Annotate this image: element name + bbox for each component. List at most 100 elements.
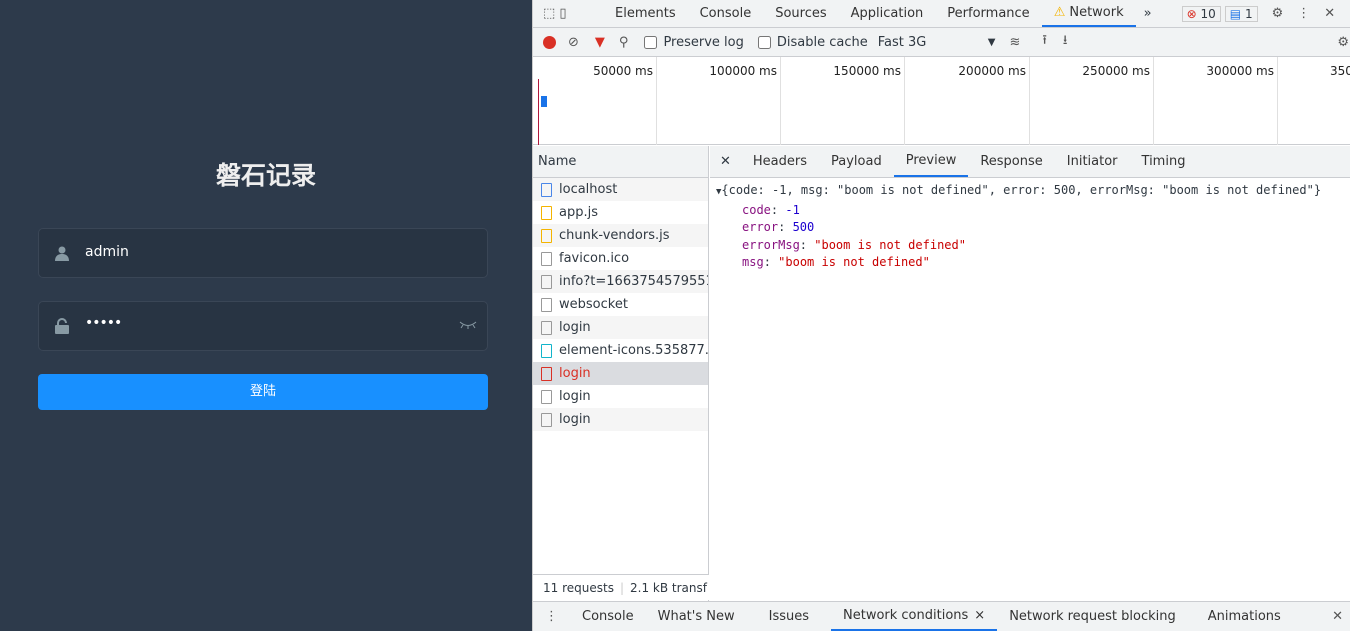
tab-preview[interactable]: Preview bbox=[893, 146, 969, 177]
password-input[interactable]: ••••• bbox=[85, 315, 122, 331]
other-file-icon bbox=[541, 389, 552, 404]
error-icon: ⊗ bbox=[1186, 6, 1197, 21]
request-row[interactable]: websocket bbox=[533, 293, 708, 316]
other-file-icon bbox=[541, 366, 552, 381]
property-value: "boom is not defined" bbox=[814, 237, 966, 252]
request-name: info?t=1663754579551 bbox=[559, 274, 708, 289]
drawer-tab-issues[interactable]: Issues bbox=[747, 602, 831, 631]
throttle-select[interactable]: Fast 3G bbox=[878, 35, 988, 50]
export-har-icon[interactable]: ⭳ bbox=[1063, 31, 1068, 53]
request-row[interactable]: favicon.ico bbox=[533, 247, 708, 270]
preserve-log-checkbox[interactable]: Preserve log bbox=[644, 35, 744, 50]
request-name: login bbox=[559, 366, 591, 381]
filter-icon[interactable]: ▼ bbox=[595, 35, 605, 50]
drawer-tabs: ⋮ Console What's New Issues Network cond… bbox=[533, 601, 1350, 631]
request-row[interactable]: app.js bbox=[533, 201, 708, 224]
timeline-tick: 100000 ms bbox=[657, 57, 781, 145]
tab-headers[interactable]: Headers bbox=[741, 146, 819, 177]
tab-network[interactable]: ⚠ Network bbox=[1041, 0, 1136, 27]
error-badge[interactable]: ⊗ 10 bbox=[1181, 5, 1221, 22]
detail-tabs: ✕ Headers Payload Preview Response Initi… bbox=[710, 146, 1350, 178]
drawer-tab-network-conditions[interactable]: Network conditions × bbox=[831, 602, 998, 631]
devtools-panel: ⬚ ▯ Elements Console Sources Application… bbox=[532, 0, 1350, 631]
timeline-tick: 50000 ms bbox=[533, 57, 657, 145]
request-row[interactable]: login bbox=[533, 316, 708, 339]
login-button[interactable]: 登陆 bbox=[38, 374, 488, 410]
user-icon bbox=[55, 246, 69, 261]
json-property: code: -1 bbox=[742, 202, 800, 217]
close-tab-icon[interactable]: × bbox=[974, 608, 985, 623]
drawer-tab-request-blocking[interactable]: Network request blocking bbox=[997, 602, 1188, 631]
warning-icon: ⚠ bbox=[1053, 5, 1066, 20]
request-name: login bbox=[559, 389, 591, 404]
request-row[interactable]: login bbox=[533, 362, 708, 385]
drawer-tab-animations[interactable]: Animations bbox=[1188, 602, 1301, 631]
request-name: app.js bbox=[559, 205, 598, 220]
settings-icon[interactable]: ⚙ bbox=[1272, 6, 1284, 21]
close-devtools-icon[interactable]: ✕ bbox=[1324, 6, 1335, 21]
username-field[interactable]: admin bbox=[38, 228, 488, 278]
status-summary: 11 requests | 2.1 kB transf bbox=[533, 574, 709, 600]
request-list: Name localhost app.js chunk-vendors.js favi… bbox=[533, 146, 709, 601]
tab-payload[interactable]: Payload bbox=[819, 146, 894, 177]
network-settings-icon[interactable]: ⚙ bbox=[1337, 35, 1349, 50]
property-key: code bbox=[742, 202, 771, 217]
tab-console[interactable]: Console bbox=[688, 0, 764, 27]
document-file-icon bbox=[541, 182, 552, 197]
import-har-icon[interactable]: ⭱ bbox=[1042, 31, 1047, 53]
drawer-tab-whats-new[interactable]: What's New bbox=[646, 602, 747, 631]
inspect-icon[interactable]: ⬚ ▯ bbox=[533, 6, 603, 21]
name-column-header[interactable]: Name bbox=[533, 146, 708, 178]
request-bar bbox=[541, 96, 547, 107]
load-marker bbox=[538, 79, 539, 145]
preserve-log-input[interactable] bbox=[644, 35, 658, 49]
property-value: 500 bbox=[792, 220, 815, 234]
request-row[interactable]: info?t=1663754579551 bbox=[533, 270, 708, 293]
search-icon[interactable]: ⚲ bbox=[619, 35, 629, 50]
drawer-menu-icon[interactable]: ⋮ bbox=[533, 609, 570, 624]
request-row[interactable]: login bbox=[533, 408, 708, 431]
dropdown-arrow-icon[interactable]: ▼ bbox=[988, 37, 996, 48]
timeline-tick: 350 bbox=[1330, 64, 1350, 78]
eye-closed-icon[interactable] bbox=[459, 320, 477, 330]
property-value: "boom is not defined" bbox=[778, 255, 930, 269]
json-property: errorMsg: "boom is not defined" bbox=[742, 237, 966, 252]
tab-sources[interactable]: Sources bbox=[763, 0, 838, 27]
request-row[interactable]: element-icons.535877... bbox=[533, 339, 708, 362]
network-overview-timeline[interactable]: 50000 ms 100000 ms 150000 ms 200000 ms 2… bbox=[533, 57, 1350, 145]
more-menu-icon[interactable]: ⋮ bbox=[1297, 6, 1310, 21]
request-row[interactable]: login bbox=[533, 385, 708, 408]
request-row[interactable]: chunk-vendors.js bbox=[533, 224, 708, 247]
disable-cache-checkbox[interactable]: Disable cache bbox=[757, 35, 868, 50]
other-file-icon bbox=[541, 274, 552, 289]
tab-response[interactable]: Response bbox=[968, 146, 1054, 177]
network-conditions-icon[interactable]: ≋ bbox=[1009, 35, 1020, 50]
tab-performance[interactable]: Performance bbox=[935, 0, 1041, 27]
message-icon: ▤ bbox=[1229, 6, 1242, 21]
property-key: errorMsg bbox=[742, 237, 800, 252]
clear-icon[interactable]: ⊘ bbox=[568, 35, 579, 50]
request-row[interactable]: localhost bbox=[533, 178, 708, 201]
drawer-tab-console[interactable]: Console bbox=[570, 602, 646, 631]
username-input[interactable]: admin bbox=[85, 244, 129, 260]
json-root[interactable]: ▼{code: -1, msg: "boom is not defined", … bbox=[716, 182, 1345, 202]
timeline-tick: 150000 ms bbox=[781, 57, 905, 145]
password-field[interactable]: ••••• bbox=[38, 301, 488, 351]
close-details-icon[interactable]: ✕ bbox=[710, 154, 741, 169]
disable-cache-input[interactable] bbox=[757, 35, 771, 49]
property-key: msg bbox=[742, 255, 764, 269]
other-file-icon bbox=[541, 320, 552, 335]
message-badge[interactable]: ▤ 1 bbox=[1224, 5, 1258, 22]
other-file-icon bbox=[541, 412, 552, 427]
tab-application[interactable]: Application bbox=[839, 0, 936, 27]
network-toolbar: ⊘ ▼ ⚲ Preserve log Disable cache Fast 3G… bbox=[533, 28, 1350, 57]
record-icon[interactable] bbox=[543, 35, 556, 49]
more-tabs-icon[interactable]: » bbox=[1136, 6, 1160, 21]
tab-initiator[interactable]: Initiator bbox=[1055, 146, 1130, 177]
login-page: 磐石记录 admin ••••• 登陆 bbox=[0, 0, 532, 631]
timeline-tick: 250000 ms bbox=[1030, 57, 1154, 145]
close-drawer-icon[interactable]: ✕ bbox=[1332, 609, 1343, 624]
tab-timing[interactable]: Timing bbox=[1130, 146, 1198, 177]
tab-elements[interactable]: Elements bbox=[603, 0, 688, 27]
lock-icon bbox=[55, 318, 69, 334]
